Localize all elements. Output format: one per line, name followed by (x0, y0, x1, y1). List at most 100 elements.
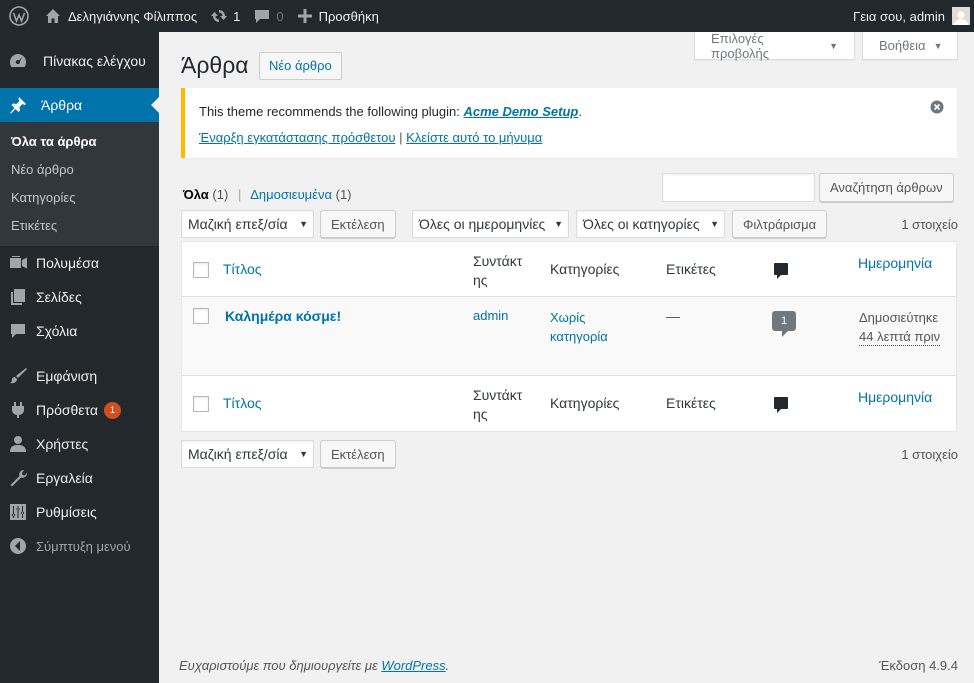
post-time: 44 λεπτά πριν (859, 329, 941, 346)
column-author-line2: ης (473, 272, 488, 288)
collapse-menu-button[interactable]: Σύμπτυξη μενού (0, 529, 159, 563)
menu-dashboard[interactable]: Πίνακας ελέγχου (0, 42, 159, 79)
column-title-sort-bottom[interactable]: Τίτλος (223, 395, 262, 411)
caret-down-icon: ▼ (554, 219, 563, 229)
wordpress-link[interactable]: WordPress (381, 658, 445, 673)
column-categories-bottom: Κατηγορίες (550, 395, 620, 411)
avatar (952, 7, 970, 25)
column-date-sort[interactable]: Ημερομηνία (858, 255, 932, 271)
caret-down-icon: ▼ (710, 219, 719, 229)
bulk-actions-value: Μαζική επεξ/σία (188, 216, 288, 232)
dashboard-icon (8, 51, 36, 71)
post-tags: — (666, 308, 680, 324)
dismiss-notice-link[interactable]: Κλείστε αυτό το μήνυμα (406, 130, 542, 145)
comment-count-column-icon[interactable] (774, 263, 788, 279)
column-author-line1: Συντάκτ (473, 253, 523, 269)
new-post-button[interactable]: Νέο άρθρο (259, 52, 342, 80)
caret-down-icon: ▼ (299, 449, 308, 459)
menu-comments-label: Σχόλια (36, 323, 78, 339)
column-title-sort[interactable]: Τίτλος (223, 261, 262, 277)
help-toggle[interactable]: Βοήθεια ▼ (862, 32, 958, 60)
page-title: Άρθρα (181, 52, 249, 78)
view-all-link[interactable]: Όλα (1) (183, 187, 228, 202)
menu-posts-label: Άρθρα (41, 97, 83, 113)
screen-options-label: Επιλογές προβολής (711, 30, 770, 61)
menu-media-label: Πολυμέσα (36, 255, 99, 271)
menu-plugins[interactable]: Πρόσθετα 1 (0, 393, 159, 427)
filter-button[interactable]: Φιλτράρισμα (732, 210, 828, 238)
menu-posts[interactable]: Άρθρα (0, 88, 159, 122)
menu-users[interactable]: Χρήστες (0, 427, 159, 461)
footer-version: Έκδοση 4.9.4 (879, 658, 958, 673)
pages-icon (8, 287, 36, 307)
bulk-actions-select-bottom[interactable]: Μαζική επεξ/σία ▼ (181, 440, 314, 468)
bulk-actions-select-top[interactable]: Μαζική επεξ/σία ▼ (181, 210, 314, 238)
brush-icon (8, 366, 36, 386)
row-checkbox[interactable] (193, 308, 209, 324)
posts-table: Τίτλος Συντάκτ ης Κατηγορίες Ετικέτες Ημε… (181, 241, 957, 432)
pushpin-icon (8, 95, 36, 115)
updates-icon (211, 8, 228, 24)
post-category-line2: κατηγορία (550, 329, 608, 344)
post-comment-count-bubble[interactable]: 1 (772, 311, 796, 337)
post-title-link[interactable]: Καλημέρα κόσμε! (225, 308, 341, 324)
menu-appearance-label: Εμφάνιση (36, 368, 98, 384)
new-content-label: Προσθήκη (318, 8, 379, 24)
select-all-checkbox-bottom[interactable] (193, 396, 209, 412)
submenu-all-posts[interactable]: Όλα τα άρθρα (0, 128, 159, 156)
acme-demo-setup-link[interactable]: Acme Demo Setup (463, 104, 578, 119)
plugins-update-badge: 1 (103, 401, 121, 419)
column-tags-bottom: Ετικέτες (666, 395, 716, 411)
caret-down-icon: ▼ (299, 219, 308, 229)
menu-media[interactable]: Πολυμέσα (0, 246, 159, 280)
select-all-checkbox[interactable] (193, 262, 209, 278)
post-status: Δημοσιεύτηκε (859, 310, 939, 325)
comments-link[interactable]: 0 (247, 0, 290, 32)
plugin-notice: This theme recommends the following plug… (181, 88, 957, 158)
begin-install-link[interactable]: Έναρξη εγκατάστασης πρόσθετου (199, 130, 395, 145)
column-tags: Ετικέτες (666, 261, 716, 277)
comment-icon (254, 8, 270, 24)
screen-options-toggle[interactable]: Επιλογές προβολής ▼ (694, 30, 855, 61)
notice-text: This theme recommends the following plug… (199, 104, 464, 119)
wordpress-logo-icon[interactable] (0, 0, 38, 32)
view-published-count: (1) (335, 187, 352, 202)
updates-count: 1 (233, 8, 241, 24)
admin-menu: Πίνακας ελέγχου Άρθρα Όλα τα άρθρα Νέο ά… (0, 32, 159, 683)
subsubsub-views: Όλα (1) | Δημοσιευμένα (1) (183, 187, 352, 202)
site-name-link[interactable]: Δεληγιάννης Φίλιππος (38, 0, 204, 32)
category-filter-select[interactable]: Όλες οι κατηγορίες ▼ (576, 210, 725, 238)
updates-link[interactable]: 1 (204, 0, 247, 32)
collapse-menu-label: Σύμπτυξη μενού (36, 538, 131, 554)
plus-icon (297, 9, 312, 23)
submenu-categories[interactable]: Κατηγορίες (0, 184, 159, 212)
date-filter-value: Όλες οι ημερομηνίες (419, 216, 546, 232)
menu-comments[interactable]: Σχόλια (0, 314, 159, 348)
new-content-link[interactable]: Προσθήκη (291, 0, 386, 32)
menu-pages[interactable]: Σελίδες (0, 280, 159, 314)
post-search-input[interactable] (662, 173, 815, 202)
apply-button-top[interactable]: Εκτέλεση (320, 210, 396, 238)
apply-button-bottom[interactable]: Εκτέλεση (320, 440, 396, 468)
date-filter-select[interactable]: Όλες οι ημερομηνίες ▼ (412, 210, 569, 238)
menu-appearance[interactable]: Εμφάνιση (0, 359, 159, 393)
dismiss-icon[interactable] (930, 100, 944, 114)
post-author-link[interactable]: admin (473, 308, 508, 323)
settings-sliders-icon (8, 502, 36, 522)
view-published-link[interactable]: Δημοσιευμένα (1) (250, 187, 351, 202)
home-icon (45, 8, 61, 24)
column-date-sort-bottom[interactable]: Ημερομηνία (858, 389, 932, 405)
menu-tools[interactable]: Εργαλεία (0, 461, 159, 495)
menu-settings[interactable]: Ρυθμίσεις (0, 495, 159, 529)
search-posts-button[interactable]: Αναζήτηση άρθρων (819, 173, 954, 202)
footer-thanks-suffix: . (445, 658, 450, 673)
plugin-icon (8, 400, 36, 420)
wrench-icon (8, 468, 36, 488)
comment-count-column-icon-bottom[interactable] (774, 397, 788, 413)
post-category-link[interactable]: Χωρίς κατηγορία (550, 308, 608, 346)
submenu-new-post[interactable]: Νέο άρθρο (0, 156, 159, 184)
column-author: Συντάκτ ης (473, 252, 522, 290)
submenu-tags[interactable]: Ετικέτες (0, 212, 159, 240)
my-account[interactable]: Γεια σου, admin (853, 7, 974, 25)
site-name: Δεληγιάννης Φίλιππος (68, 8, 198, 24)
